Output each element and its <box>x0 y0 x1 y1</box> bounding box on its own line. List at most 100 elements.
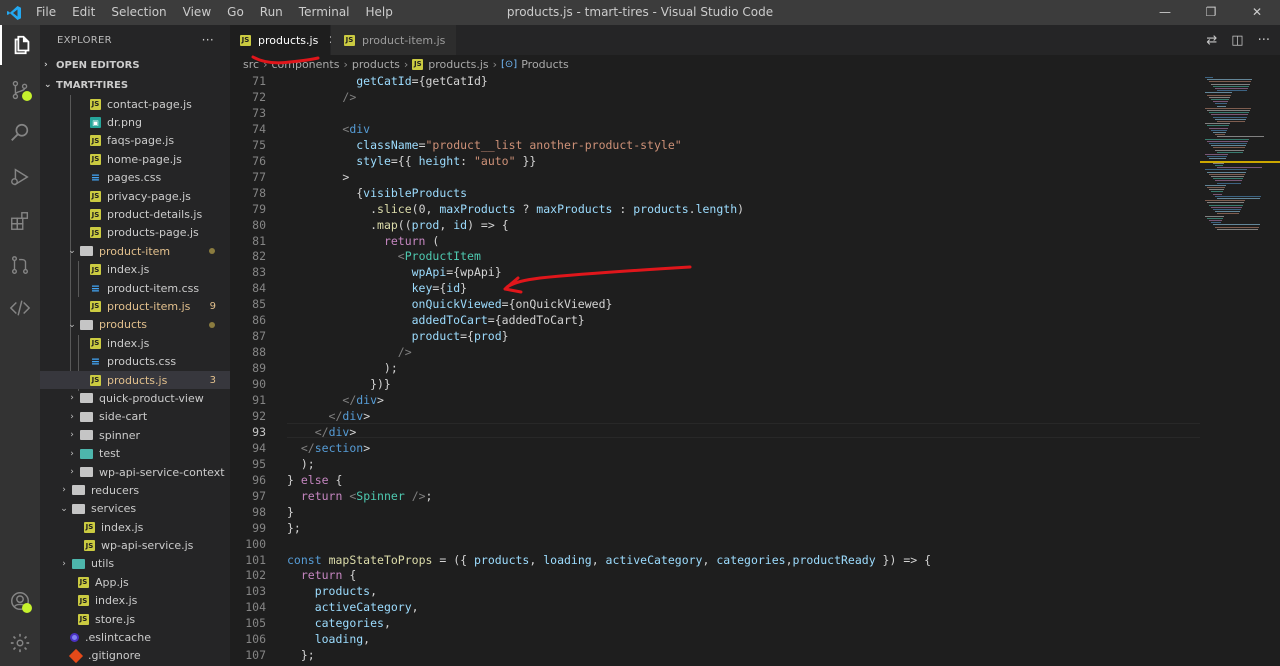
tree-file[interactable]: JS product-details.js <box>40 205 230 223</box>
run-debug-icon[interactable] <box>0 157 40 197</box>
tree-file[interactable]: JS index.js <box>40 592 230 610</box>
window-controls: — ❐ ✕ <box>1142 0 1280 25</box>
menu-help[interactable]: Help <box>358 0 401 25</box>
more-actions-button[interactable]: ··· <box>202 33 214 47</box>
js-file-icon: JS <box>90 300 101 312</box>
account-icon[interactable] <box>0 581 40 621</box>
tab-product-item-js[interactable]: JS product-item.js <box>331 25 457 55</box>
project-section[interactable]: ⌄ TMART-TIRES <box>40 75 230 95</box>
settings-gear-icon[interactable] <box>0 623 40 663</box>
tree-folder-products[interactable]: ⌄ products <box>40 316 230 334</box>
split-editor-icon[interactable]: ◫ <box>1231 33 1243 48</box>
tree-file[interactable]: JS product-item.js 9 <box>40 297 230 315</box>
minimap-line <box>1207 156 1227 158</box>
chevron-right-icon: › <box>62 558 66 569</box>
menu-file[interactable]: File <box>28 0 64 25</box>
breadcrumb-item[interactable]: src <box>243 58 259 71</box>
breadcrumb-item[interactable]: products <box>352 58 400 71</box>
tree-file[interactable]: JS contact-page.js <box>40 95 230 113</box>
chevron-down-icon: ⌄ <box>68 319 76 330</box>
css-file-icon: ≡ <box>90 171 101 185</box>
tree-file[interactable]: .eslintcache <box>40 628 230 646</box>
extensions-icon[interactable] <box>0 201 40 241</box>
more-actions-icon[interactable]: ··· <box>1258 33 1270 48</box>
minimap-line <box>1205 138 1249 140</box>
file-label: home-page.js <box>107 152 182 166</box>
line-number: 83 <box>252 265 266 280</box>
tree-folder[interactable]: › utils <box>40 555 230 573</box>
menu-terminal[interactable]: Terminal <box>291 0 358 25</box>
minimap[interactable] <box>1200 73 1280 666</box>
breadcrumb-item[interactable]: components <box>271 58 339 71</box>
code-line: } else { <box>287 472 343 487</box>
tree-file[interactable]: JS products-page.js <box>40 224 230 242</box>
menu-edit[interactable]: Edit <box>64 0 103 25</box>
code-icon[interactable] <box>0 288 40 328</box>
tree-file[interactable]: .gitignore <box>40 647 230 665</box>
tree-file[interactable]: ▣ dr.png <box>40 113 230 131</box>
editor-tab-bar: JS products.js ✕ JS product-item.js ⇄ ◫ … <box>230 25 1280 55</box>
folder-label: utils <box>91 557 115 571</box>
file-label: products.css <box>107 355 177 369</box>
tree-file[interactable]: JS index.js <box>40 334 230 352</box>
tree-folder[interactable]: › reducers <box>40 481 230 499</box>
tree-file-selected[interactable]: JS products.js 3 <box>40 370 230 390</box>
menu-run[interactable]: Run <box>252 0 291 25</box>
explorer-icon[interactable] <box>0 25 42 65</box>
breadcrumb-item[interactable]: Products <box>521 58 569 71</box>
tree-file[interactable]: JS index.js <box>40 518 230 536</box>
code-line: </section> <box>300 440 371 455</box>
minimap-line <box>1213 132 1226 133</box>
tree-folder[interactable]: › test <box>40 444 230 462</box>
tree-file[interactable]: JS privacy-page.js <box>40 187 230 205</box>
tree-folder[interactable]: › spinner <box>40 426 230 444</box>
folder-open-icon <box>72 503 85 514</box>
minimap-line <box>1209 112 1249 114</box>
source-control-icon[interactable] <box>0 70 40 110</box>
line-number: 72 <box>252 89 266 104</box>
line-number: 74 <box>252 121 266 136</box>
css-file-icon: ≡ <box>90 281 101 295</box>
breadcrumb-item[interactable]: products.js <box>428 58 488 71</box>
menu-selection[interactable]: Selection <box>103 0 174 25</box>
tree-folder-services[interactable]: ⌄ services <box>40 500 230 518</box>
line-number: 88 <box>252 345 266 360</box>
tree-file[interactable]: ≡ product-item.css <box>40 279 230 297</box>
git-graph-icon[interactable] <box>0 245 40 285</box>
search-icon[interactable] <box>0 113 40 153</box>
minimap-line <box>1213 178 1243 180</box>
tree-file[interactable]: ≡ products.css <box>40 352 230 370</box>
tree-file[interactable]: JS index.js <box>40 261 230 279</box>
tab-products-js[interactable]: JS products.js ✕ <box>230 25 338 55</box>
code-editor[interactable]: 71 getCatId={getCatId} 72 /> 73 74 <div 75 c… <box>230 73 1200 666</box>
tree-file[interactable]: JS App.js <box>40 573 230 591</box>
tree-file[interactable]: ≡ pages.css <box>40 169 230 187</box>
tree-folder-product-item[interactable]: ⌄ product-item <box>40 242 230 260</box>
maximize-button[interactable]: ❐ <box>1188 0 1234 25</box>
menu-view[interactable]: View <box>175 0 219 25</box>
minimap-line <box>1217 105 1226 107</box>
code-line: className="product__list another-product… <box>356 137 682 152</box>
tree-file[interactable]: JS home-page.js <box>40 150 230 168</box>
open-editors-section[interactable]: › OPEN EDITORS <box>40 55 230 75</box>
code-line: key={id} <box>411 281 468 296</box>
chevron-right-icon: › <box>62 485 66 496</box>
menu-go[interactable]: Go <box>219 0 252 25</box>
line-number: 89 <box>252 361 266 376</box>
folder-label: quick-product-view <box>99 391 204 405</box>
line-number: 106 <box>245 632 266 647</box>
tree-file[interactable]: JS faqs-page.js <box>40 132 230 150</box>
minimize-button[interactable]: — <box>1142 0 1188 25</box>
tree-folder[interactable]: › quick-product-view <box>40 389 230 407</box>
open-editors-label: OPEN EDITORS <box>56 59 140 71</box>
file-label: .eslintcache <box>85 631 151 645</box>
minimap-line <box>1215 180 1242 182</box>
compare-changes-icon[interactable]: ⇄ <box>1206 33 1217 48</box>
close-window-button[interactable]: ✕ <box>1234 0 1280 25</box>
tree-file[interactable]: JS store.js <box>40 610 230 628</box>
tree-file[interactable]: JS wp-api-service.js <box>40 536 230 554</box>
folder-label: reducers <box>91 483 140 497</box>
tree-folder[interactable]: › side-cart <box>40 408 230 426</box>
tree-folder[interactable]: › wp-api-service-context <box>40 463 230 481</box>
js-file-icon: JS <box>78 576 89 588</box>
